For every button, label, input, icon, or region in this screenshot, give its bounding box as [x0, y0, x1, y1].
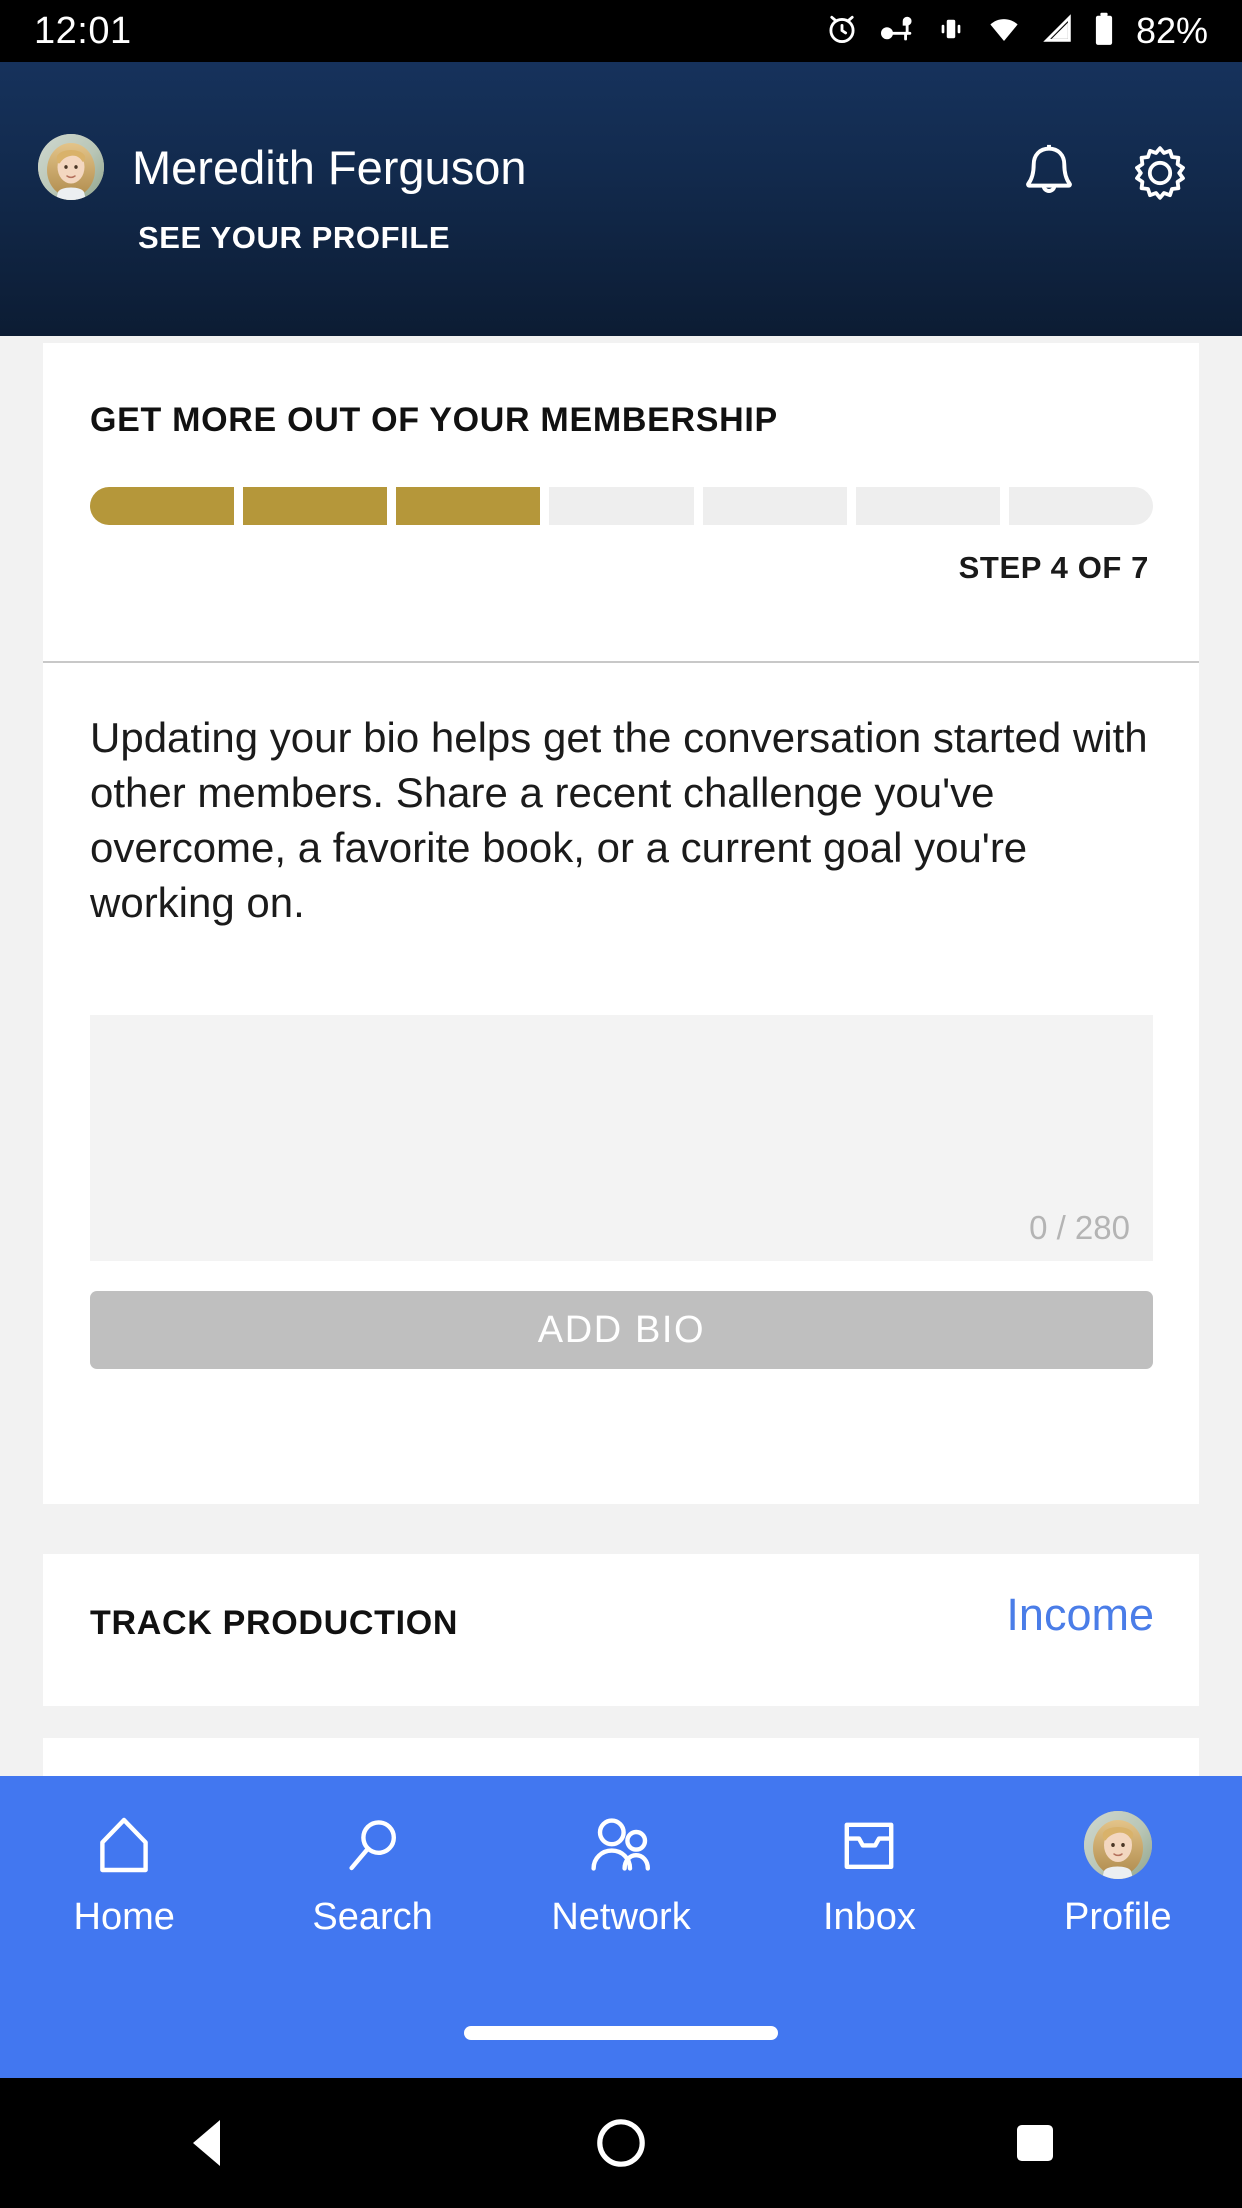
nav-label-inbox: Inbox: [822, 1896, 916, 1938]
status-bar-clock: 12:01: [34, 9, 132, 52]
battery-icon: [1093, 11, 1115, 52]
header-actions: [1020, 142, 1190, 209]
bottom-nav-items: Home Search Network Inbox Profile: [0, 1810, 1242, 1939]
cellular-signal-icon: [1040, 12, 1076, 51]
vibrate-icon: [934, 12, 968, 51]
avatar-icon: [1083, 1810, 1152, 1880]
nav-label-home: Home: [73, 1896, 175, 1938]
profile-summary[interactable]: Meredith Ferguson: [38, 134, 526, 200]
battery-percent-label: 82%: [1135, 10, 1208, 51]
progress-segment-2: [243, 487, 388, 525]
home-icon: [92, 1810, 156, 1880]
status-bar: 12:01 82%: [0, 0, 1242, 62]
see-your-profile-link[interactable]: SEE YOUR PROFILE: [138, 220, 450, 256]
nav-item-search[interactable]: Search: [248, 1810, 496, 1939]
membership-card-title: GET MORE OUT OF YOUR MEMBERSHIP: [90, 401, 778, 439]
wifi-icon: [985, 12, 1023, 51]
inbox-tray-icon: [838, 1810, 900, 1880]
bio-input[interactable]: 0 / 280: [90, 1015, 1153, 1261]
income-link[interactable]: Income: [1006, 1589, 1154, 1641]
people-icon: [585, 1810, 657, 1880]
next-card-peek: [43, 1738, 1199, 1776]
card-divider: [43, 661, 1199, 663]
nav-label-search: Search: [312, 1896, 433, 1938]
back-triangle-icon[interactable]: [0, 2117, 414, 2169]
nav-item-network[interactable]: Network: [497, 1810, 745, 1939]
nav-item-inbox[interactable]: Inbox: [745, 1810, 993, 1939]
user-name: Meredith Ferguson: [132, 140, 527, 194]
nav-label-network: Network: [551, 1896, 691, 1938]
app-header: Meredith Ferguson SEE YOUR PROFILE: [0, 62, 1242, 336]
membership-card-body: Updating your bio helps get the conversa…: [90, 714, 1148, 926]
vpn-key-icon: [877, 11, 917, 52]
home-circle-icon[interactable]: [414, 2117, 828, 2169]
membership-progress-bar: [90, 487, 1153, 525]
main-content: GET MORE OUT OF YOUR MEMBERSHIP STEP 4 O…: [0, 336, 1242, 1776]
progress-segment-4: [549, 487, 694, 525]
progress-segment-1: [90, 487, 235, 525]
track-production-title: TRACK PRODUCTION: [90, 1604, 459, 1642]
add-bio-button[interactable]: ADD BIO: [90, 1291, 1153, 1369]
step-indicator-label: STEP 4 OF 7: [958, 550, 1149, 585]
progress-segment-6: [855, 487, 1000, 525]
progress-segment-7: [1008, 487, 1153, 525]
nav-label-profile: Profile: [1063, 1896, 1172, 1938]
status-bar-icons: 82%: [824, 10, 1208, 52]
home-indicator: [464, 2026, 778, 2040]
phone-screen: 12:01 82% Meredith Ferguson SEE YOUR PRO…: [0, 0, 1242, 2208]
system-navigation-bar: [0, 2078, 1242, 2208]
bio-character-counter: 0 / 280: [1029, 1209, 1130, 1246]
avatar[interactable]: [38, 134, 104, 200]
progress-segment-3: [396, 487, 541, 525]
nav-item-profile[interactable]: Profile: [994, 1810, 1242, 1939]
bell-icon[interactable]: [1020, 142, 1078, 209]
search-icon: [342, 1810, 404, 1880]
nav-avatar-image: [1083, 1811, 1152, 1879]
track-production-card: TRACK PRODUCTION Income: [43, 1554, 1199, 1706]
bottom-navigation-bar: Home Search Network Inbox Profile: [0, 1776, 1242, 2078]
nav-item-home[interactable]: Home: [0, 1810, 248, 1939]
membership-card: GET MORE OUT OF YOUR MEMBERSHIP STEP 4 O…: [43, 343, 1199, 1504]
progress-segment-5: [702, 487, 847, 525]
gear-icon[interactable]: [1130, 143, 1190, 208]
recents-square-icon[interactable]: [828, 2121, 1242, 2165]
alarm-icon: [824, 11, 860, 52]
